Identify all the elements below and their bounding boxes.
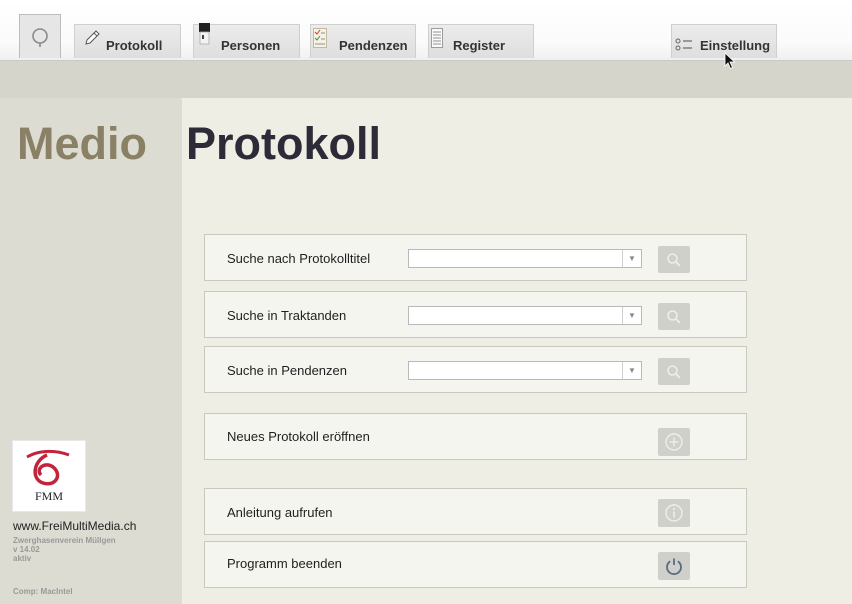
- tab-register-label: Register: [453, 38, 506, 53]
- new-protokoll-button[interactable]: [658, 428, 690, 456]
- tab-home[interactable]: [19, 14, 61, 58]
- tab-pendenzen-label: Pendenzen: [339, 38, 408, 53]
- search-pendenzen-card: Suche in Pendenzen ▼: [204, 346, 747, 393]
- organisation-name: Zwerghasenverein Müllgen: [13, 536, 116, 545]
- search-icon: [667, 309, 681, 324]
- search-pendenzen-combo[interactable]: ▼: [408, 361, 642, 380]
- search-traktanden-card: Suche in Traktanden ▼: [204, 291, 747, 338]
- tab-protokoll-label: Protokoll: [106, 38, 163, 53]
- search-icon: [667, 364, 681, 379]
- info-icon: [665, 504, 683, 522]
- anleitung-button[interactable]: [658, 499, 690, 527]
- checklist-icon: [313, 28, 327, 48]
- beenden-button[interactable]: [658, 552, 690, 580]
- search-protokolltitel-button[interactable]: [658, 246, 690, 273]
- website-link[interactable]: www.FreiMultiMedia.ch: [13, 519, 136, 533]
- new-protokoll-label: Neues Protokoll eröffnen: [227, 429, 370, 444]
- search-protokolltitel-card: Suche nach Protokolltitel ▼: [204, 234, 747, 281]
- version-text: v 14.02: [13, 545, 40, 554]
- status-text: aktiv: [13, 554, 32, 563]
- pencil-icon: [85, 30, 100, 45]
- settings-list-icon: [675, 38, 692, 51]
- search-icon: [667, 252, 681, 267]
- dropdown-arrow-icon[interactable]: ▼: [622, 362, 641, 379]
- person-icon: [199, 23, 210, 45]
- tab-einstellung-label: Einstellung: [700, 38, 771, 53]
- fmm-swirl-icon: [26, 449, 70, 486]
- new-protokoll-card: Neues Protokoll eröffnen: [204, 413, 747, 460]
- brand-medio: Medio: [17, 118, 147, 169]
- dropdown-arrow-icon[interactable]: ▼: [622, 307, 641, 324]
- search-pendenzen-button[interactable]: [658, 358, 690, 385]
- beenden-label: Programm beenden: [227, 556, 342, 571]
- tab-register[interactable]: Register: [428, 24, 534, 58]
- tab-personen-label: Personen: [221, 38, 281, 53]
- dropdown-arrow-icon[interactable]: ▼: [622, 250, 641, 267]
- search-pendenzen-label: Suche in Pendenzen: [227, 363, 347, 378]
- tab-personen[interactable]: Personen: [193, 23, 300, 58]
- search-protokolltitel-combo[interactable]: ▼: [408, 249, 642, 268]
- register-list-icon: [431, 28, 443, 48]
- mouse-cursor-icon: [724, 52, 736, 70]
- fmm-logo-text: FMM: [34, 489, 63, 503]
- search-traktanden-button[interactable]: [658, 303, 690, 330]
- anleitung-card: Anleitung aufrufen: [204, 488, 747, 535]
- search-traktanden-label: Suche in Traktanden: [227, 308, 347, 323]
- beenden-card: Programm beenden: [204, 541, 747, 588]
- search-protokolltitel-label: Suche nach Protokolltitel: [227, 251, 371, 266]
- fmm-logo: FMM: [12, 440, 86, 512]
- tab-protokoll[interactable]: Protokoll: [74, 24, 181, 58]
- search-traktanden-combo[interactable]: ▼: [408, 306, 642, 325]
- plus-circle-icon: [665, 433, 683, 451]
- brand-protokoll: Protokoll: [186, 118, 382, 169]
- home-logo-icon: [32, 27, 48, 47]
- tab-pendenzen[interactable]: Pendenzen: [310, 24, 416, 58]
- anleitung-label: Anleitung aufrufen: [227, 505, 333, 520]
- power-icon: [666, 558, 682, 575]
- computer-info: Comp: MacIntel: [13, 587, 73, 596]
